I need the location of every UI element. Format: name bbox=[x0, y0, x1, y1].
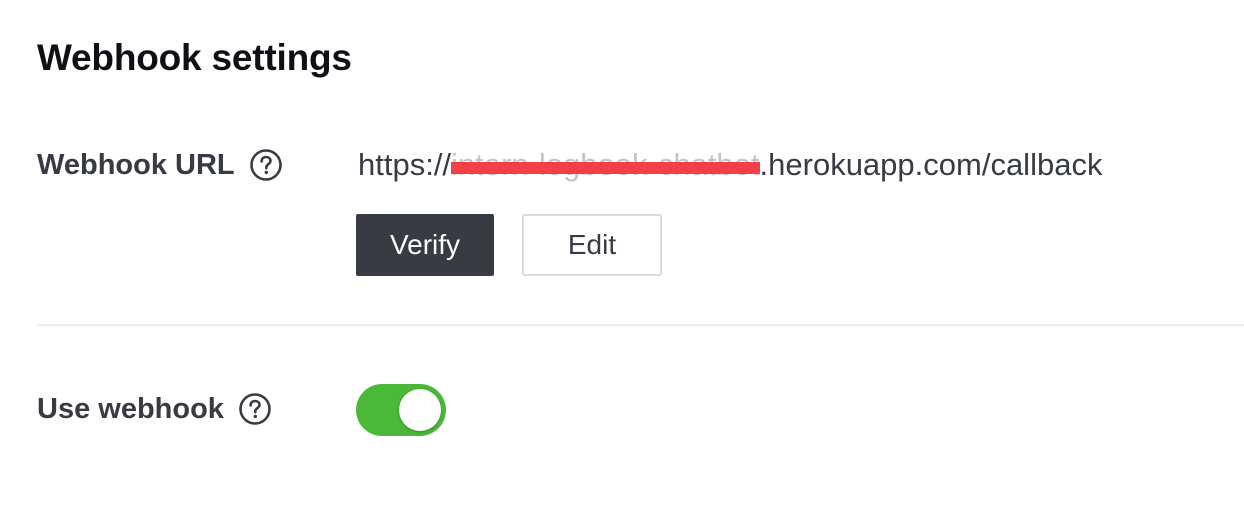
webhook-url-row-label: Webhook URL bbox=[37, 145, 283, 185]
section-divider bbox=[37, 324, 1244, 326]
help-circle-icon[interactable] bbox=[238, 392, 272, 426]
use-webhook-row-label: Use webhook bbox=[37, 389, 272, 429]
webhook-settings-panel: Webhook settings Webhook URL https://int… bbox=[0, 0, 1244, 510]
url-suffix: .herokuapp.com/callback bbox=[759, 147, 1103, 182]
url-prefix: https:// bbox=[358, 147, 452, 182]
help-circle-icon[interactable] bbox=[249, 148, 283, 182]
webhook-url-value: https://intern-logbook-chatbot.herokuapp… bbox=[358, 143, 1102, 187]
page-title: Webhook settings bbox=[37, 37, 352, 78]
webhook-url-label: Webhook URL bbox=[37, 149, 235, 181]
edit-button[interactable]: Edit bbox=[522, 214, 662, 276]
use-webhook-toggle[interactable] bbox=[356, 384, 446, 436]
toggle-knob bbox=[399, 389, 441, 431]
verify-button[interactable]: Verify bbox=[356, 214, 494, 276]
url-redacted-segment: intern-logbook-chatbot bbox=[451, 147, 760, 182]
use-webhook-label: Use webhook bbox=[37, 393, 224, 425]
